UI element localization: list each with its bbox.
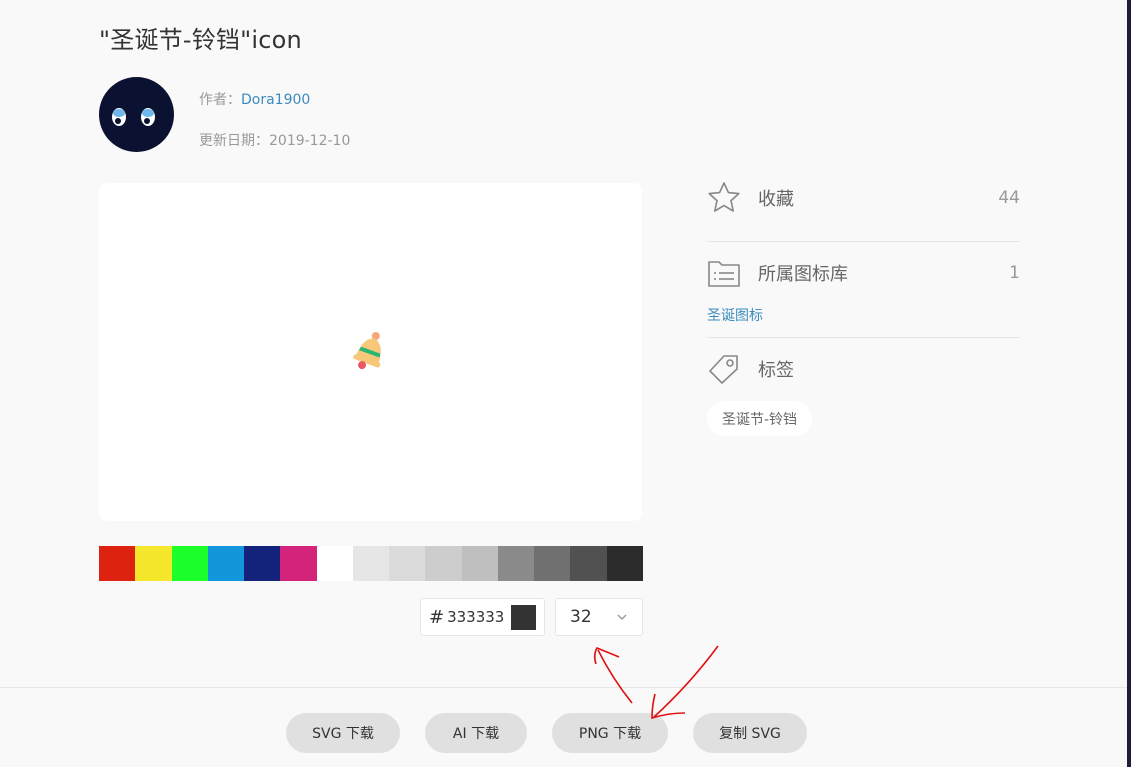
tags-row: 标签	[707, 349, 1020, 389]
size-value: 32	[570, 607, 592, 627]
color-swatch[interactable]	[425, 546, 462, 581]
update-date: 更新日期：2019-12-10	[199, 130, 350, 150]
color-swatch[interactable]	[570, 546, 607, 581]
page-title: "圣诞节-铃铛"icon	[99, 26, 302, 54]
window-edge	[1127, 0, 1131, 767]
ai-download-button[interactable]: AI 下载	[425, 713, 527, 753]
tag-pill[interactable]: 圣诞节-铃铛	[707, 401, 813, 436]
library-link[interactable]: 圣诞图标	[707, 305, 763, 325]
color-swatch[interactable]	[461, 546, 498, 581]
chevron-down-icon	[617, 614, 627, 620]
annotation-arrow-1	[597, 649, 633, 704]
color-swatch[interactable]	[171, 546, 208, 581]
annotation-arrowhead-1	[593, 646, 620, 665]
favorite-count: 44	[998, 188, 1020, 208]
date-value: 2019-12-10	[269, 133, 351, 149]
hash-symbol: #	[429, 606, 445, 628]
copy-svg-button[interactable]: 复制 SVG	[693, 713, 807, 753]
author-avatar[interactable]	[99, 77, 174, 152]
svg-download-button[interactable]: SVG 下载	[286, 713, 400, 753]
favorite-label: 收藏	[758, 189, 794, 210]
library-row: 所属图标库 1	[707, 253, 1020, 293]
library-count: 1	[1009, 263, 1020, 283]
library-label: 所属图标库	[758, 264, 848, 285]
color-swatch[interactable]	[534, 546, 571, 581]
color-swatch[interactable]	[316, 546, 353, 581]
color-swatch[interactable]	[99, 546, 136, 581]
color-swatch[interactable]	[207, 546, 245, 581]
avatar-eyes-icon	[112, 108, 155, 126]
icon-preview	[99, 183, 642, 521]
png-download-button[interactable]: PNG 下载	[552, 713, 668, 753]
star-icon[interactable]	[707, 181, 741, 215]
color-swatch[interactable]	[280, 546, 317, 581]
tags-label: 标签	[758, 360, 794, 381]
annotation-arrow-2	[653, 645, 719, 718]
date-label: 更新日期：	[199, 133, 269, 149]
color-swatch[interactable]	[606, 546, 643, 581]
divider	[707, 241, 1020, 242]
color-swatch[interactable]	[497, 546, 535, 581]
folder-icon	[708, 261, 740, 287]
color-swatch[interactable]	[352, 546, 390, 581]
christmas-bell-icon	[353, 332, 381, 370]
color-swatch[interactable]	[389, 546, 426, 581]
author-link[interactable]: Dora1900	[241, 92, 310, 108]
author-label: 作者：	[199, 92, 241, 108]
size-select[interactable]: 32	[555, 598, 643, 636]
hex-value[interactable]: 333333	[447, 608, 509, 626]
color-palette	[99, 546, 643, 581]
color-swatch[interactable]	[135, 546, 172, 581]
divider	[0, 687, 1127, 688]
color-hex-input[interactable]: # 333333	[420, 598, 545, 636]
divider	[707, 337, 1020, 338]
author-info: 作者：Dora1900	[199, 89, 310, 109]
color-swatch[interactable]	[244, 546, 281, 581]
tag-icon	[709, 355, 738, 384]
color-preview-chip[interactable]	[511, 605, 536, 630]
favorite-row[interactable]: 收藏 44	[707, 178, 1020, 218]
